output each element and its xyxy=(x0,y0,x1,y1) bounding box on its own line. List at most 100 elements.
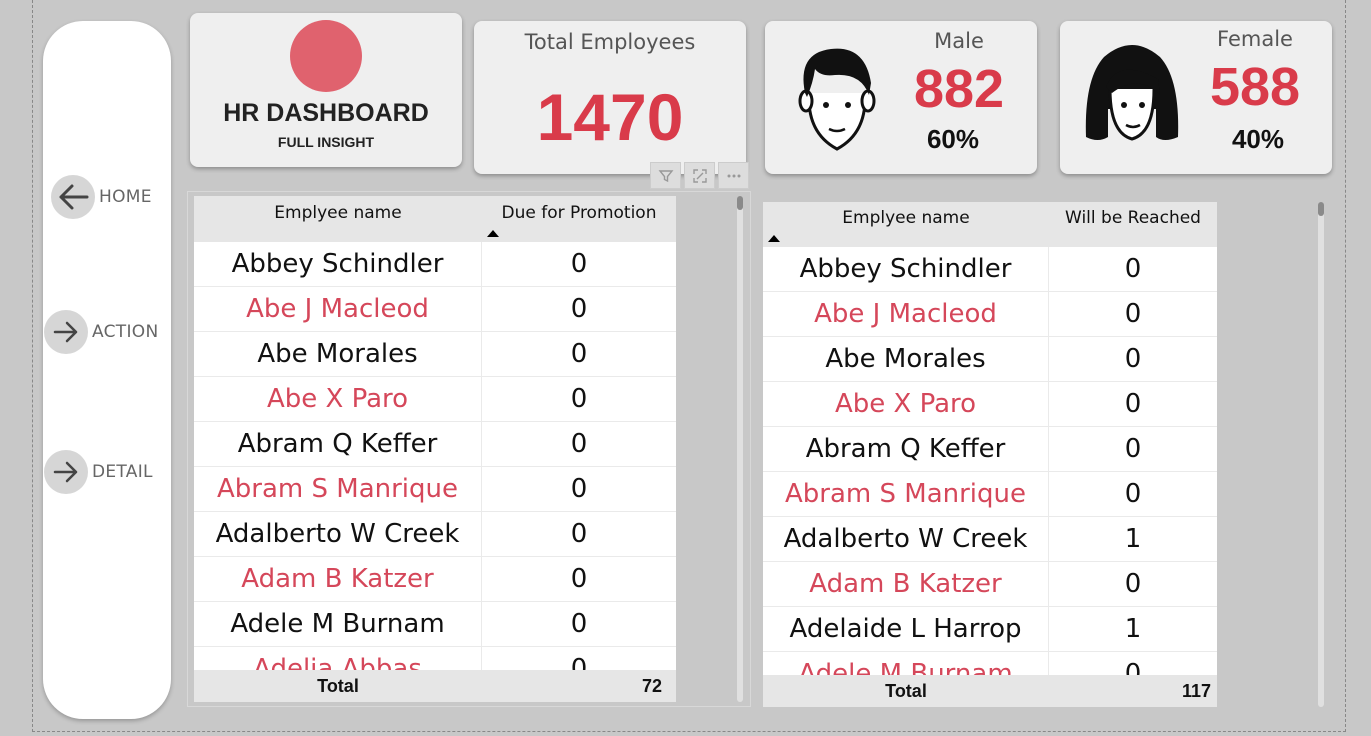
table-row[interactable]: Adele M Burnam 0 xyxy=(194,602,676,647)
forward-arrow-icon xyxy=(44,310,88,354)
table-row[interactable]: Abram Q Keffer 0 xyxy=(194,422,676,467)
more-options-icon[interactable] xyxy=(718,162,749,189)
employee-name-cell: Abram Q Keffer xyxy=(763,427,1049,471)
table-row[interactable]: Abram S Manrique 0 xyxy=(763,472,1217,517)
table-row[interactable]: Abram Q Keffer 0 xyxy=(763,427,1217,472)
table-row[interactable]: Abe Morales 0 xyxy=(763,337,1217,382)
value-cell: 1 xyxy=(1124,524,1142,554)
female-avatar-icon xyxy=(1078,39,1186,151)
value-cell: 0 xyxy=(1124,344,1142,374)
back-arrow-icon xyxy=(51,175,95,219)
value-cell: 0 xyxy=(1124,479,1142,509)
table-row[interactable]: Adam B Katzer 0 xyxy=(763,562,1217,607)
column-header-employee-name[interactable]: Emplyee name xyxy=(763,202,1049,247)
table-row[interactable]: Adalberto W Creek 0 xyxy=(194,512,676,557)
promotion-total-value: 72 xyxy=(641,675,662,696)
table-row[interactable]: Adalberto W Creek 1 xyxy=(763,517,1217,562)
employee-name-cell: Adam B Katzer xyxy=(194,557,482,601)
employee-name-cell: Adele M Burnam xyxy=(194,602,482,646)
sort-ascending-icon[interactable] xyxy=(768,235,780,242)
forward-arrow-icon xyxy=(44,450,88,494)
promotion-scroll-thumb[interactable] xyxy=(737,196,743,210)
filter-icon[interactable] xyxy=(650,162,681,189)
male-avatar-icon xyxy=(795,43,879,157)
logo-card: HR DASHBOARD FULL INSIGHT xyxy=(190,13,462,167)
retirement-total-label: Total xyxy=(885,680,927,701)
table-row[interactable]: Abbey Schindler 0 xyxy=(194,242,676,287)
home-button[interactable]: HOME xyxy=(51,175,152,219)
action-label: ACTION xyxy=(92,322,159,342)
value-cell: 0 xyxy=(1124,569,1142,599)
visual-header-toolbar xyxy=(650,162,749,189)
retirement-scrollbar[interactable] xyxy=(1318,202,1324,707)
value-cell: 0 xyxy=(570,384,588,414)
table-row[interactable]: Abbey Schindler 0 xyxy=(763,247,1217,292)
employee-name-cell: Abe Morales xyxy=(763,337,1049,381)
value-cell: 0 xyxy=(570,519,588,549)
table-row[interactable]: Adelaide L Harrop 1 xyxy=(763,607,1217,652)
table-row[interactable]: Abe X Paro 0 xyxy=(763,382,1217,427)
female-percent: 40% xyxy=(1231,124,1285,154)
employee-name-cell: Abe J Macleod xyxy=(194,287,482,331)
column-header-due-for-promotion[interactable]: Due for Promotion xyxy=(482,196,676,242)
detail-label: DETAIL xyxy=(92,462,153,482)
table-row[interactable]: Adam B Katzer 0 xyxy=(194,557,676,602)
employee-name-cell: Adalberto W Creek xyxy=(194,512,482,556)
table-row[interactable]: Abe X Paro 0 xyxy=(194,377,676,422)
table-row[interactable]: Abe J Macleod 0 xyxy=(194,287,676,332)
total-employees-label: Total Employees xyxy=(524,30,696,54)
value-cell: 0 xyxy=(1124,434,1142,464)
value-cell: 0 xyxy=(1124,389,1142,419)
employee-name-cell: Abe X Paro xyxy=(194,377,482,421)
value-cell: 0 xyxy=(1124,254,1142,284)
value-cell: 0 xyxy=(1124,299,1142,329)
column-header-will-be-reached[interactable]: Will be Reached xyxy=(1049,202,1217,247)
retirement-total-value: 117 xyxy=(1181,680,1211,701)
total-employees-value: 1470 xyxy=(536,80,684,154)
action-button[interactable]: ACTION xyxy=(44,310,159,354)
value-cell: 0 xyxy=(570,249,588,279)
retirement-total-row: Total 117 xyxy=(763,675,1217,707)
value-cell: 0 xyxy=(570,474,588,504)
retirement-table[interactable]: Emplyee name Will be Reached Abbey Schin… xyxy=(763,202,1217,707)
sort-ascending-icon[interactable] xyxy=(487,230,499,237)
value-cell: 0 xyxy=(570,609,588,639)
table-row[interactable]: Abram S Manrique 0 xyxy=(194,467,676,512)
retirement-scroll-thumb[interactable] xyxy=(1318,202,1324,216)
employee-name-cell: Abram S Manrique xyxy=(763,472,1049,516)
employee-name-cell: Abram Q Keffer xyxy=(194,422,482,466)
value-cell: 0 xyxy=(570,564,588,594)
value-cell: 1 xyxy=(1124,614,1142,644)
employee-name-cell: Abbey Schindler xyxy=(763,247,1049,291)
female-card: Female 588 40% xyxy=(1060,21,1332,174)
table-row[interactable]: Abe Morales 0 xyxy=(194,332,676,377)
promotion-scrollbar[interactable] xyxy=(737,196,743,702)
employee-name-cell: Adalberto W Creek xyxy=(763,517,1049,561)
employee-name-cell: Adelaide L Harrop xyxy=(763,607,1049,651)
focus-mode-icon[interactable] xyxy=(684,162,715,189)
promotion-table-header: Emplyee name Due for Promotion xyxy=(194,196,676,242)
value-cell: 0 xyxy=(570,294,588,324)
total-employees-card: Total Employees 1470 xyxy=(474,21,746,174)
employee-name-cell: Adam B Katzer xyxy=(763,562,1049,606)
detail-button[interactable]: DETAIL xyxy=(44,450,153,494)
male-count: 882 xyxy=(913,59,1005,119)
employee-name-cell: Abbey Schindler xyxy=(194,242,482,286)
dashboard-subtitle: FULL INSIGHT xyxy=(277,134,375,150)
employee-name-cell: Abram S Manrique xyxy=(194,467,482,511)
dashboard-title: HR DASHBOARD xyxy=(223,99,429,127)
value-cell: 0 xyxy=(570,339,588,369)
employee-name-cell: Abe Morales xyxy=(194,332,482,376)
male-label: Male xyxy=(934,29,984,53)
logo-circle xyxy=(290,20,362,92)
female-label: Female xyxy=(1217,27,1293,51)
promotion-total-row: Total 72 xyxy=(194,670,676,702)
promotion-table[interactable]: Emplyee name Due for Promotion Abbey Sch… xyxy=(194,196,676,702)
promotion-total-label: Total xyxy=(317,675,359,696)
female-count: 588 xyxy=(1209,57,1301,117)
table-row[interactable]: Abe J Macleod 0 xyxy=(763,292,1217,337)
column-header-employee-name[interactable]: Emplyee name xyxy=(194,196,482,242)
employee-name-cell: Abe X Paro xyxy=(763,382,1049,426)
retirement-table-header: Emplyee name Will be Reached xyxy=(763,202,1217,247)
male-percent: 60% xyxy=(926,124,980,154)
